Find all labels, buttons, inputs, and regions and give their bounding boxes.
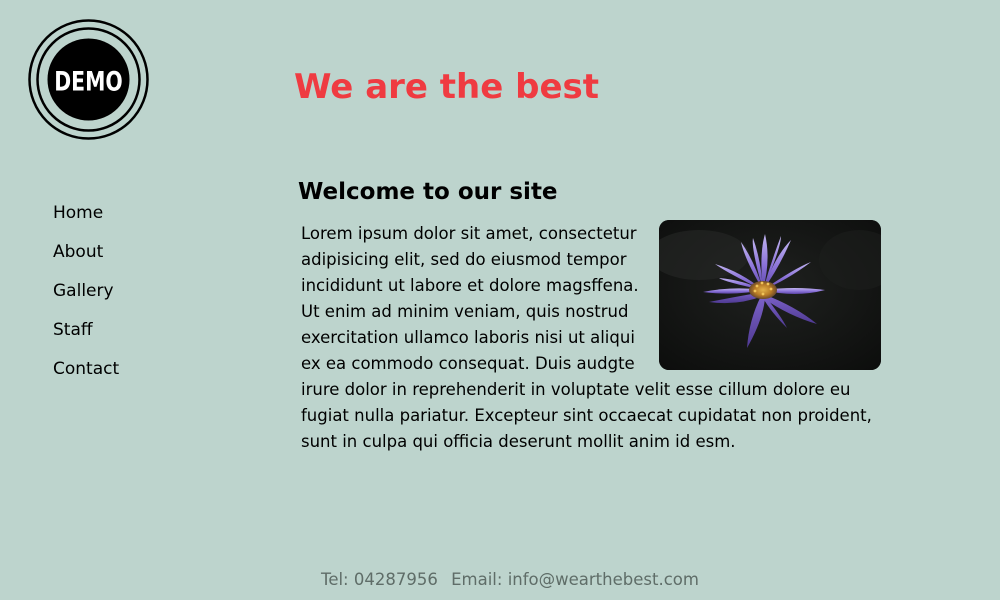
footer: Tel: 04287956 Email: info@wearthebest.co… (0, 566, 1000, 594)
nav-link-home[interactable]: Home (53, 203, 103, 223)
nav-item-staff: Staff (53, 317, 119, 356)
nav-item-contact: Contact (53, 356, 119, 395)
main-content: Welcome to our site Lorem ipsum dolor si… (298, 175, 908, 455)
content-body: Lorem ipsum dolor sit amet, consectetur … (301, 220, 893, 455)
nav-item-about: About (53, 239, 119, 278)
water-lily-image (659, 220, 881, 370)
main-navigation: Home About Gallery Staff Contact (53, 200, 119, 395)
nav-link-gallery[interactable]: Gallery (53, 281, 114, 301)
footer-tel: Tel: 04287956 (321, 570, 438, 589)
nav-item-home: Home (53, 200, 119, 239)
site-logo[interactable]: DEMO (28, 19, 149, 140)
water-lily-photo (659, 220, 881, 370)
footer-email[interactable]: Email: info@wearthebest.com (451, 570, 699, 589)
nav-link-about[interactable]: About (53, 242, 103, 262)
demo-logo-icon: DEMO (28, 19, 149, 140)
nav-link-staff[interactable]: Staff (53, 320, 93, 340)
page-title: We are the best (294, 67, 600, 107)
section-heading: Welcome to our site (298, 179, 558, 205)
nav-item-gallery: Gallery (53, 278, 119, 317)
nav-link-contact[interactable]: Contact (53, 359, 119, 379)
logo-text: DEMO (54, 66, 123, 98)
